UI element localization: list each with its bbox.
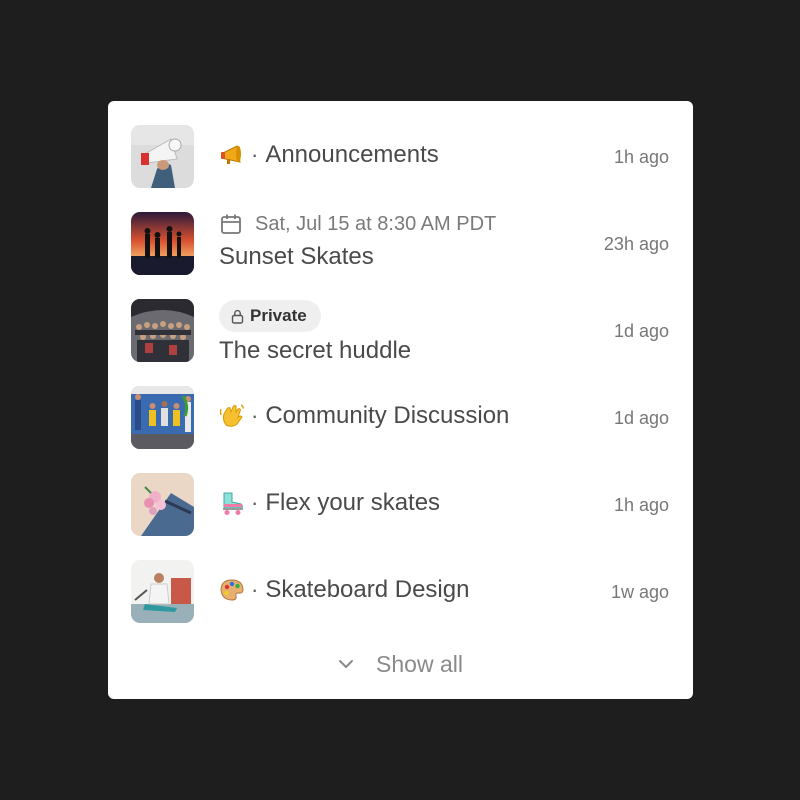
channel-timestamp: 1h ago <box>613 147 669 167</box>
artist-palette-icon <box>219 577 245 603</box>
channel-title: The secret huddle <box>219 337 412 364</box>
channel-thumbnail <box>131 299 194 362</box>
channel-timestamp: 1h ago <box>613 495 669 515</box>
channel-timestamp: 23h ago <box>603 234 669 254</box>
separator-dot: · <box>251 577 259 602</box>
separator-dot: · <box>251 142 259 167</box>
channel-title: Community Discussion <box>265 402 510 429</box>
channel-list-card: · Announcements 1h ago Sat, Jul 15 at 8:… <box>108 101 693 699</box>
channel-thumbnail <box>131 125 194 188</box>
channel-title: Flex your skates <box>265 489 441 516</box>
channel-timestamp: 1d ago <box>613 408 669 428</box>
channel-row-sunset-skates[interactable]: Sat, Jul 15 at 8:30 AM PDT Sunset Skates… <box>108 188 693 275</box>
calendar-icon <box>221 214 241 234</box>
event-date: Sat, Jul 15 at 8:30 AM PDT <box>255 212 497 235</box>
channel-row-community-discussion[interactable]: · Community Discussion 1d ago <box>108 362 693 449</box>
channel-title: Skateboard Design <box>265 576 470 603</box>
badge-label: Private <box>250 306 307 325</box>
channel-title: Announcements <box>265 141 439 168</box>
channel-row-flex-your-skates[interactable]: · Flex your skates 1h ago <box>108 449 693 536</box>
megaphone-icon <box>219 142 245 168</box>
channel-thumbnail <box>131 473 194 536</box>
channel-timestamp: 1d ago <box>613 321 669 341</box>
separator-dot: · <box>251 403 259 428</box>
waving-hand-icon <box>219 403 245 429</box>
lock-icon <box>231 309 244 324</box>
channel-row-announcements[interactable]: · Announcements 1h ago <box>108 101 693 188</box>
private-badge: Private <box>219 300 321 332</box>
channel-timestamp: 1w ago <box>610 582 669 602</box>
channel-thumbnail <box>131 386 194 449</box>
chevron-down-icon <box>339 660 354 668</box>
channel-thumbnail <box>131 212 194 275</box>
channel-row-secret-huddle[interactable]: Private The secret huddle 1d ago <box>108 275 693 364</box>
channel-row-skateboard-design[interactable]: · Skateboard Design 1w ago <box>108 536 693 623</box>
channel-title: Sunset Skates <box>219 243 374 270</box>
show-all-button[interactable]: Show all <box>108 646 693 682</box>
separator-dot: · <box>251 490 259 515</box>
channel-thumbnail <box>131 560 194 623</box>
roller-skate-icon <box>219 490 245 516</box>
show-all-label: Show all <box>376 650 463 677</box>
